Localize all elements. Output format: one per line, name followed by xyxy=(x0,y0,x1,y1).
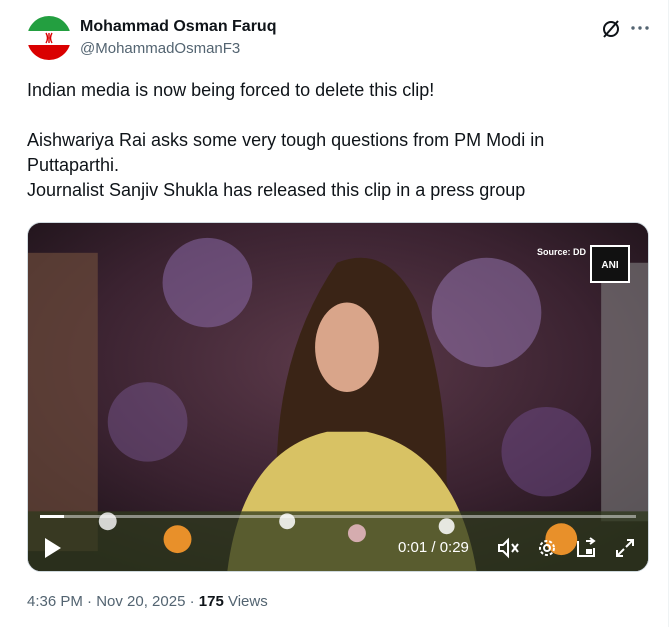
source-label: Source: DD xyxy=(536,247,586,257)
video-frame xyxy=(28,223,648,571)
iran-flag-avatar xyxy=(27,16,71,60)
post-meta: 4:36 PM · Nov 20, 2025 · 175 Views xyxy=(27,593,268,610)
picture-in-picture-icon[interactable] xyxy=(574,535,598,561)
grok-icon[interactable] xyxy=(600,18,622,40)
post-text: Indian media is now being forced to dele… xyxy=(27,80,545,200)
post-datetime[interactable]: 4:36 PM · Nov 20, 2025 · xyxy=(27,593,195,610)
video-player[interactable]: Source: DD ANI 0:01 / 0:29 xyxy=(27,222,649,572)
progress-bar[interactable] xyxy=(40,515,636,518)
author-name[interactable]: Mohammad Osman Faruq xyxy=(80,18,276,36)
progress-fill xyxy=(40,515,64,518)
volume-muted-icon[interactable] xyxy=(496,535,520,561)
fullscreen-icon[interactable] xyxy=(614,535,636,561)
gear-icon[interactable] xyxy=(536,535,558,561)
views-count: 175 xyxy=(198,593,224,610)
views-label: Views xyxy=(227,593,268,610)
more-icon[interactable] xyxy=(628,16,652,40)
video-time: 0:01 / 0:29 xyxy=(398,539,469,556)
avatar[interactable] xyxy=(27,16,71,60)
post-card[interactable]: Mohammad Osman Faruq @MohammadOsmanF3 In… xyxy=(0,0,669,627)
ani-logo: ANI xyxy=(590,245,630,283)
author-handle[interactable]: @MohammadOsmanF3 xyxy=(80,40,240,57)
play-icon[interactable] xyxy=(42,535,64,561)
